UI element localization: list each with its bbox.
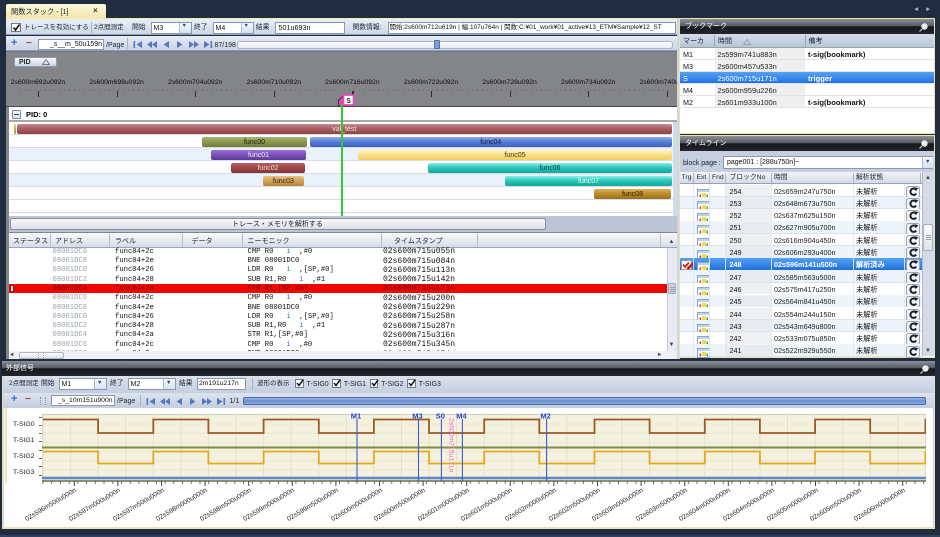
svg-text:M3: M3 (412, 412, 422, 421)
svg-text:S: S (346, 98, 351, 105)
svg-text:M2: M2 (540, 412, 550, 421)
svg-text:M1: M1 (351, 412, 361, 421)
svg-text:M4: M4 (456, 412, 467, 421)
